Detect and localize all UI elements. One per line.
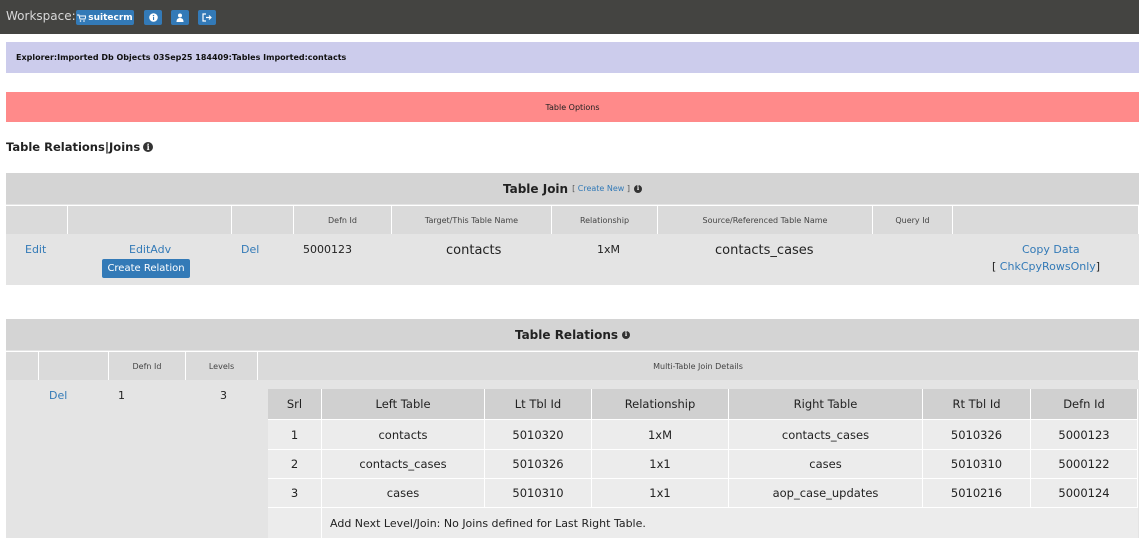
- sign-out-icon: [202, 13, 212, 22]
- col-header-levels: Levels: [186, 351, 258, 380]
- left-table-cell: contacts: [322, 419, 485, 449]
- col-header-query-id: Query Id: [873, 205, 953, 234]
- table-row: 1 contacts 5010320 1xM contacts_cases 50…: [268, 419, 1138, 449]
- right-table-cell: contacts_cases: [729, 419, 923, 449]
- relationship-cell: 1xM: [592, 419, 729, 449]
- srl-cell: 3: [268, 478, 322, 507]
- table-relations-header: Table Relations i: [6, 319, 1139, 350]
- table-row: 2 contacts_cases 5010326 1x1 cases 50103…: [268, 449, 1138, 478]
- defn-id-cell: 5000123: [1031, 419, 1138, 449]
- edit-link[interactable]: Edit: [25, 243, 46, 256]
- copy-data-link[interactable]: Copy Data: [1022, 243, 1080, 256]
- left-table-cell: contacts_cases: [322, 449, 485, 478]
- col-header-target-table: Target/This Table Name: [392, 205, 552, 234]
- relation-delete-link[interactable]: Del: [49, 389, 67, 402]
- relation-defn-id: 1: [118, 389, 125, 402]
- bracket-close: ]: [626, 184, 631, 193]
- explorer-path: Explorer:Imported Db Objects 03Sep25 184…: [16, 53, 347, 62]
- cart-icon: [77, 14, 87, 22]
- defn-id-cell: 5000124: [1031, 478, 1138, 507]
- info-icon[interactable]: i: [143, 142, 154, 152]
- col-header-rt-tbl-id: Rt Tbl Id: [923, 389, 1031, 419]
- table-join-panel: Table Join [ Create New ] i Defn Id Targ…: [6, 173, 1139, 285]
- lt-tbl-id-cell: 5010326: [485, 449, 592, 478]
- footer-blank-cell: [268, 508, 322, 538]
- workspace-label: Workspace:: [6, 9, 76, 23]
- create-new-wrapper: [ Create New ]: [572, 184, 630, 193]
- user-icon: [176, 13, 184, 22]
- table-join-header: Table Join [ Create New ] i: [6, 173, 1139, 204]
- relationship-cell: 1x1: [592, 449, 729, 478]
- workspace-app-label: suitecrm: [88, 12, 133, 23]
- col-header-blank: [6, 351, 39, 380]
- explorer-breadcrumb: Explorer:Imported Db Objects 03Sep25 184…: [6, 42, 1139, 73]
- rt-tbl-id-cell: 5010326: [923, 419, 1031, 449]
- info-button[interactable]: [144, 10, 162, 25]
- top-bar: Workspace: suitecrm: [0, 0, 1139, 34]
- col-header-source-table: Source/Referenced Table Name: [658, 205, 873, 234]
- col-header-blank: [953, 205, 1139, 234]
- right-table-cell: cases: [729, 449, 923, 478]
- col-header-defn-id: Defn Id: [1031, 389, 1138, 419]
- create-new-link[interactable]: Create New: [578, 184, 625, 193]
- col-header-blank: [39, 351, 109, 380]
- col-header-relationship: Relationship: [592, 389, 729, 419]
- logout-button[interactable]: [198, 10, 216, 25]
- bracket-close: ]: [1095, 260, 1101, 273]
- left-table-cell: cases: [322, 478, 485, 507]
- info-icon[interactable]: i: [634, 184, 643, 193]
- table-join-title: Table Join: [502, 181, 569, 196]
- relation-levels: 3: [220, 389, 227, 402]
- col-header-blank: [68, 205, 232, 234]
- srl-cell: 2: [268, 449, 322, 478]
- rt-tbl-id-cell: 5010216: [923, 478, 1031, 507]
- workspace-app-button[interactable]: suitecrm: [76, 10, 134, 25]
- col-header-blank: [6, 205, 68, 234]
- col-header-left-table: Left Table: [322, 389, 485, 419]
- col-header-srl: Srl: [268, 389, 322, 419]
- col-header-blank: [232, 205, 294, 234]
- info-icon: [148, 13, 158, 22]
- defn-id-value: 5000123: [303, 243, 352, 256]
- lt-tbl-id-cell: 5010310: [485, 478, 592, 507]
- col-header-multi-table-join-details: Multi-Table Join Details: [258, 351, 1139, 380]
- rt-tbl-id-cell: 5010310: [923, 449, 1031, 478]
- table-relations-title: Table Relations: [514, 327, 619, 342]
- lt-tbl-id-cell: 5010320: [485, 419, 592, 449]
- table-options-label: Table Options: [545, 102, 600, 112]
- right-table-cell: aop_case_updates: [729, 478, 923, 507]
- info-icon[interactable]: i: [622, 330, 631, 339]
- section-title-text: Table Relations|Joins: [6, 140, 141, 154]
- srl-cell: 1: [268, 419, 322, 449]
- col-header-defn-id: Defn Id: [294, 205, 392, 234]
- join-details-table: Srl Left Table Lt Tbl Id Relationship Ri…: [268, 389, 1138, 538]
- table-row: 3 cases 5010310 1x1 aop_case_updates 501…: [268, 478, 1138, 507]
- delete-link[interactable]: Del: [241, 243, 259, 256]
- user-button[interactable]: [171, 10, 189, 25]
- add-next-level-text: Add Next Level/Join: No Joins defined fo…: [330, 516, 646, 530]
- bracket-open: [: [992, 260, 997, 273]
- relationship-cell: 1x1: [592, 478, 729, 507]
- col-header-right-table: Right Table: [729, 389, 923, 419]
- edit-adv-link[interactable]: EditAdv: [129, 243, 171, 256]
- add-next-level-row: Add Next Level/Join: No Joins defined fo…: [268, 507, 1138, 538]
- relationship-value: 1xM: [597, 243, 620, 256]
- source-table-value: contacts_cases: [715, 243, 814, 258]
- col-header-lt-tbl-id: Lt Tbl Id: [485, 389, 592, 419]
- col-header-defn-id: Defn Id: [109, 351, 186, 380]
- bracket-open: [: [572, 184, 576, 193]
- chk-cpy-wrapper: [ ChkCpyRowsOnly]: [992, 260, 1100, 273]
- section-title: Table Relations|Joins i: [6, 140, 154, 154]
- join-details-header-row: Srl Left Table Lt Tbl Id Relationship Ri…: [268, 389, 1138, 419]
- defn-id-cell: 5000122: [1031, 449, 1138, 478]
- chk-cpy-rows-only-link[interactable]: ChkCpyRowsOnly: [1000, 260, 1096, 273]
- create-relation-button[interactable]: Create Relation: [102, 259, 190, 278]
- table-options-bar[interactable]: Table Options: [6, 92, 1139, 122]
- col-header-relationship: Relationship: [552, 205, 658, 234]
- target-table-value: contacts: [446, 243, 502, 258]
